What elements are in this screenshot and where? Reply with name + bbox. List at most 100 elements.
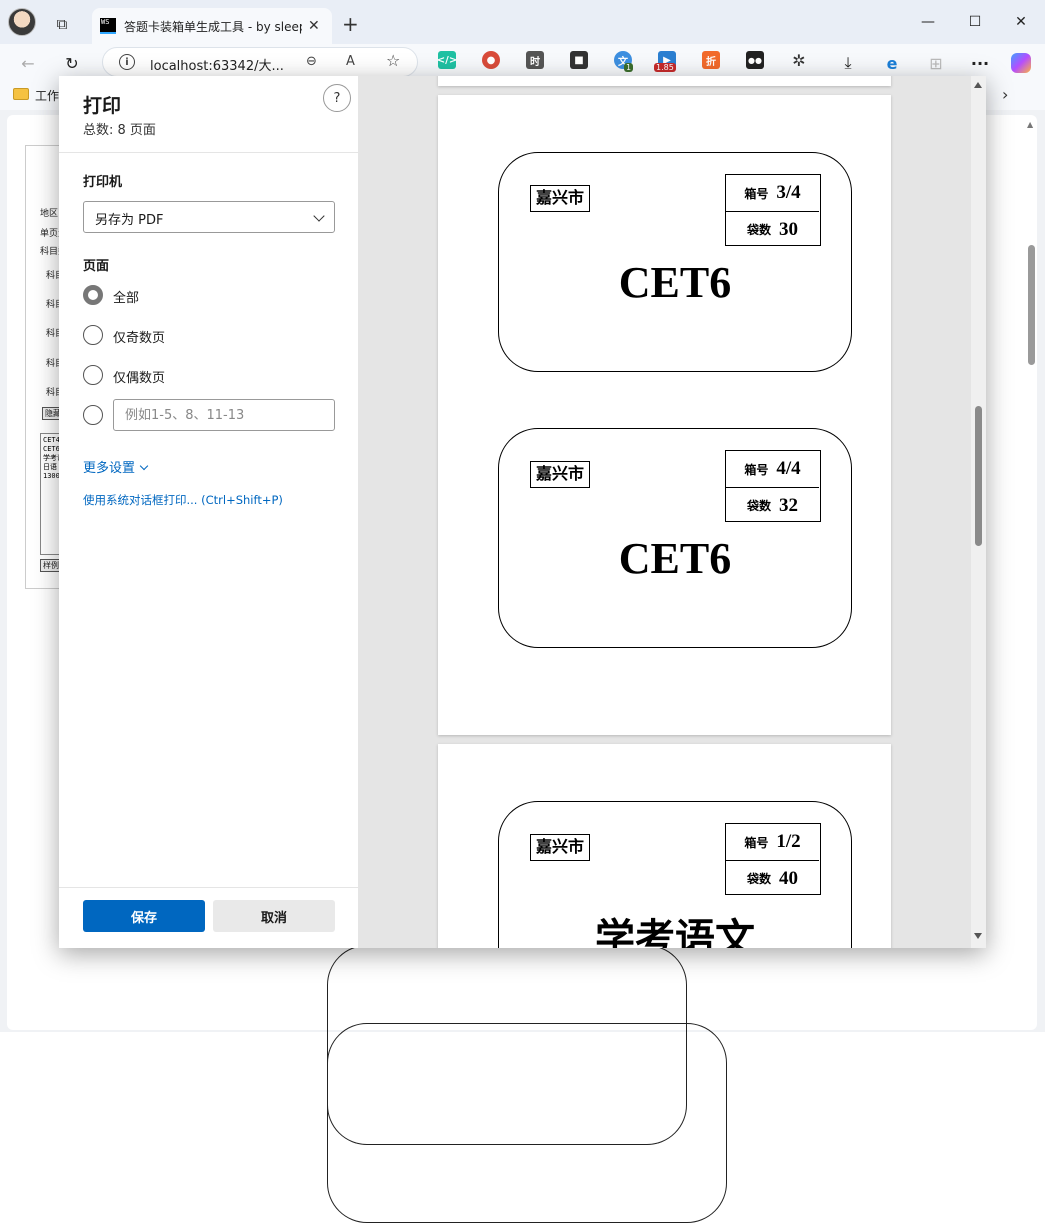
bag-count-value: 40	[779, 867, 798, 889]
radio-even-pages[interactable]	[83, 365, 103, 385]
radio-label-all: 全部	[113, 291, 140, 306]
chevron-down-icon	[313, 210, 325, 222]
scroll-up-icon[interactable]	[974, 82, 982, 88]
city-label: 嘉兴市	[530, 461, 591, 488]
more-settings-label: 更多设置	[83, 461, 136, 476]
browser-toolbar: ← ↻ i localhost:63342/大... ⊖ A ☆ </> ● 时…	[0, 44, 1045, 80]
cube-icon[interactable]: ■	[570, 51, 588, 69]
print-settings-panel: 打印 总数: 8 页面 ? 打印机 另存为 PDF 页面 全部 仅奇数页 仅偶数…	[59, 76, 359, 948]
tab-actions-icon[interactable]: ⧉	[44, 10, 80, 38]
video-speed-badge: 1.85	[654, 63, 676, 72]
tab-title: 答题卡装箱单生成工具 - by sleepy	[124, 19, 302, 34]
radio-label-even: 仅偶数页	[113, 371, 166, 386]
box-number-label: 箱号	[744, 462, 769, 477]
site-info-icon[interactable]: i	[119, 54, 135, 70]
chevron-down-icon	[139, 461, 149, 471]
bookmark-folder-work[interactable]: 工作	[35, 87, 59, 104]
read-aloud-icon[interactable]: A	[346, 54, 355, 69]
box-number-value: 1/2	[776, 831, 801, 852]
preview-page: 嘉兴市 箱号 3/4 袋数 30 CET6 嘉兴市 箱号 4/4 袋数 32 C…	[438, 95, 891, 735]
city-label: 嘉兴市	[530, 834, 591, 861]
preview-scrollbar[interactable]	[971, 76, 986, 948]
page-range-input[interactable]	[113, 399, 335, 431]
subject-name: CET6	[618, 534, 732, 583]
downloads-icon[interactable]: ⤓	[835, 50, 861, 76]
box-info-table: 箱号 3/4 袋数 30	[725, 174, 821, 246]
more-settings-link[interactable]: 更多设置	[83, 457, 149, 476]
discount-icon[interactable]: 折	[702, 51, 720, 69]
bg-card-shape	[327, 1023, 727, 1223]
print-dialog: 打印 总数: 8 页面 ? 打印机 另存为 PDF 页面 全部 仅奇数页 仅偶数…	[59, 76, 986, 948]
translate-badge: 1	[624, 63, 634, 72]
browser-tab[interactable]: WS 答题卡装箱单生成工具 - by sleepy ✕	[92, 8, 332, 44]
bag-count-label: 袋数	[746, 872, 771, 886]
address-bar[interactable]: i localhost:63342/大... ⊖ A ☆	[102, 47, 418, 77]
time-icon[interactable]: 时	[526, 51, 544, 69]
profile-avatar[interactable]	[8, 8, 36, 36]
city-label: 嘉兴市	[530, 185, 591, 212]
codegeex-icon[interactable]: </>	[437, 51, 457, 69]
bag-count-label: 袋数	[746, 223, 771, 237]
page-scroll-up-icon[interactable]: ▲	[1027, 120, 1033, 129]
puzzle-icon[interactable]: ✲	[790, 51, 808, 70]
box-info-table: 箱号 1/2 袋数 40	[725, 823, 821, 895]
box-number-row: 箱号 1/2	[726, 824, 819, 860]
print-preview[interactable]: 嘉兴市 箱号 3/4 袋数 30 CET6 嘉兴市 箱号 4/4 袋数 32 C…	[359, 76, 986, 948]
preview-page	[438, 76, 891, 86]
box-number-label: 箱号	[744, 186, 769, 201]
bag-count-value: 32	[779, 494, 798, 516]
tomato-icon[interactable]: ●	[482, 51, 500, 69]
back-icon[interactable]: ←	[15, 50, 41, 76]
help-icon[interactable]: ?	[323, 84, 351, 112]
bag-count-value: 30	[779, 218, 798, 240]
page-count: 总数: 8 页面	[83, 123, 156, 138]
divider	[59, 152, 359, 153]
folder-icon	[13, 88, 29, 100]
printer-label: 打印机	[83, 175, 123, 190]
bg-label: 地区:	[40, 209, 62, 219]
subject-name: CET6	[618, 258, 732, 307]
chevron-right-icon[interactable]: ›	[1002, 85, 1008, 104]
radio-odd-pages[interactable]	[83, 325, 103, 345]
zoom-icon[interactable]: ⊖	[306, 54, 317, 69]
scroll-down-icon[interactable]	[974, 933, 982, 939]
box-number-row: 箱号 4/4	[726, 451, 819, 487]
box-label-card: 嘉兴市 箱号 3/4 袋数 30 CET6	[498, 152, 852, 372]
radio-custom-range[interactable]	[83, 405, 103, 425]
box-label-card: 嘉兴市 箱号 1/2 袋数 40 学考语文	[498, 801, 852, 948]
maximize-icon[interactable]: ☐	[952, 8, 998, 36]
tampermonkey-icon[interactable]: ●●	[746, 51, 764, 69]
printer-select[interactable]: 另存为 PDF	[83, 201, 335, 233]
save-button[interactable]: 保存	[83, 900, 205, 932]
close-tab-icon[interactable]: ✕	[308, 18, 320, 34]
new-tab-icon[interactable]: +	[342, 12, 359, 36]
minimize-icon[interactable]: —	[905, 8, 951, 36]
divider	[59, 887, 359, 888]
favorite-star-icon[interactable]: ☆	[386, 51, 400, 70]
ie-mode-icon[interactable]: e	[879, 50, 905, 76]
address-url: localhost:63342/大...	[150, 59, 284, 74]
bag-count-row: 袋数 40	[726, 860, 819, 896]
preview-page: 嘉兴市 箱号 1/2 袋数 40 学考语文	[438, 744, 891, 948]
box-number-value: 3/4	[776, 182, 801, 203]
close-window-icon[interactable]: ✕	[998, 8, 1044, 36]
bag-count-row: 袋数 32	[726, 487, 819, 523]
copilot-icon[interactable]	[1008, 50, 1034, 76]
pages-label: 页面	[83, 259, 110, 274]
dialog-title: 打印	[83, 95, 122, 117]
more-menu-icon[interactable]: ···	[967, 50, 993, 76]
system-dialog-link[interactable]: 使用系统对话框打印... (Ctrl+Shift+P)	[83, 492, 283, 508]
box-number-row: 箱号 3/4	[726, 175, 819, 211]
radio-label-odd: 仅奇数页	[113, 331, 166, 346]
title-bar: ⧉ WS 答题卡装箱单生成工具 - by sleepy ✕ + — ☐ ✕	[0, 0, 1045, 44]
box-number-value: 4/4	[776, 458, 801, 479]
radio-all-pages[interactable]	[83, 285, 103, 305]
cancel-button[interactable]: 取消	[213, 900, 335, 932]
reload-icon[interactable]: ↻	[59, 50, 85, 76]
page-scrollbar-thumb[interactable]	[1028, 245, 1035, 365]
bag-count-row: 袋数 30	[726, 211, 819, 247]
preview-scrollbar-thumb[interactable]	[975, 406, 982, 546]
printer-value: 另存为 PDF	[95, 213, 164, 228]
collections-icon[interactable]: ⊞	[923, 50, 949, 76]
webstorm-favicon-icon: WS	[100, 18, 116, 34]
